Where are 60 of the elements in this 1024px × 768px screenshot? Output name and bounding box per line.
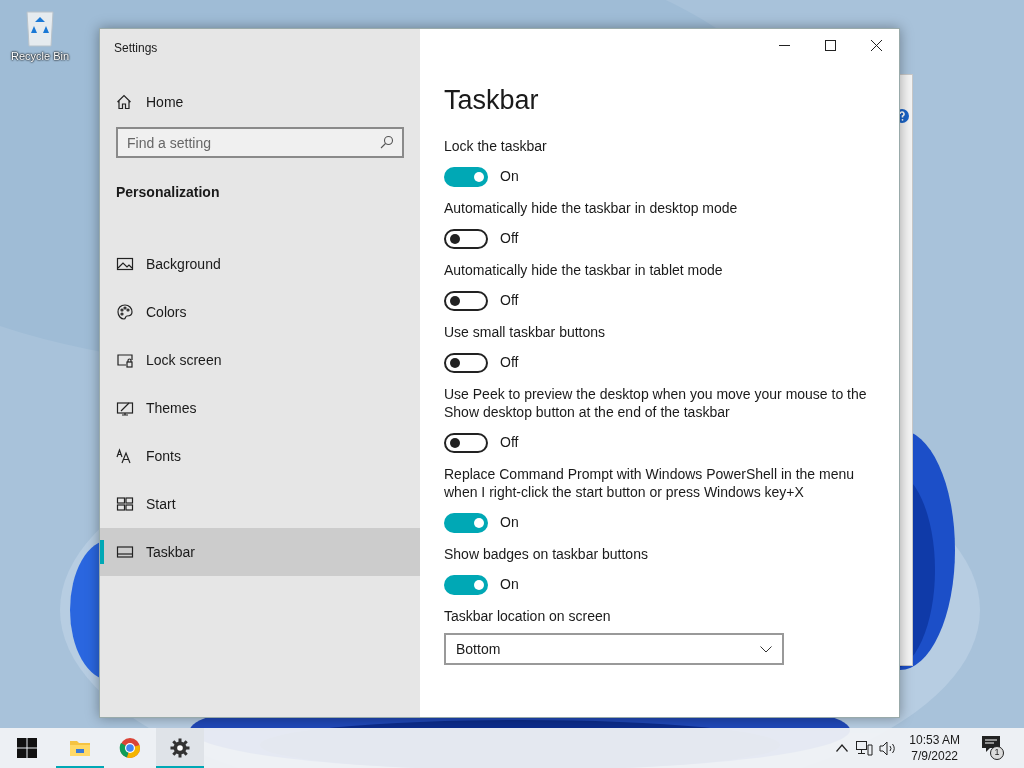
clock[interactable]: 10:53 AM 7/9/2022	[909, 732, 960, 764]
themes-icon	[116, 399, 134, 417]
lock-screen-icon	[116, 351, 134, 369]
nav-item[interactable]: Taskbar	[100, 528, 420, 576]
setting-label: Show badges on taskbar buttons	[444, 545, 649, 563]
windows-logo-icon	[17, 738, 37, 758]
toggle-switch[interactable]	[444, 512, 488, 533]
nav-item[interactable]: Start	[100, 480, 420, 528]
settings-icon	[170, 738, 190, 758]
taskbar-icon	[116, 543, 134, 561]
toggle-state: On	[500, 575, 519, 594]
toggle-switch[interactable]	[444, 228, 488, 249]
setting-label: Automatically hide the taskbar in desktop mode	[444, 199, 739, 217]
folder-icon	[69, 738, 91, 758]
desktop-icon-label: Recycle Bin	[10, 49, 70, 64]
toggle-state: Off	[500, 291, 519, 310]
toggle-state: Off	[500, 353, 519, 372]
maximize-icon	[824, 39, 836, 51]
chevron-down-icon	[760, 645, 772, 653]
page-title: Taskbar	[444, 84, 540, 117]
setting-label: Lock the taskbar	[444, 137, 548, 155]
recycle-bin-icon[interactable]	[23, 8, 57, 48]
toggle-state: Off	[500, 433, 519, 452]
search-icon	[380, 135, 394, 149]
setting-label: Automatically hide the taskbar in tablet mode	[444, 261, 724, 279]
toggle-switch[interactable]	[444, 290, 488, 311]
section-heading: Personalization	[115, 183, 221, 202]
volume-icon[interactable]	[879, 740, 898, 756]
close-icon	[870, 39, 882, 51]
toggle-switch[interactable]	[444, 352, 488, 373]
setting-label: Replace Command Prompt with Windows PowerShell in the menu when I right-click the start button or press Windows key+X	[444, 465, 856, 501]
nav-item[interactable]: Colors	[100, 288, 420, 336]
toggle-state: On	[500, 513, 519, 532]
search-field[interactable]: Find a setting	[116, 127, 404, 158]
network-icon[interactable]	[856, 740, 874, 756]
home-icon	[116, 94, 132, 110]
start-icon	[116, 495, 134, 513]
clock-date: 7/9/2022	[911, 748, 958, 764]
toggle-state: On	[500, 167, 519, 186]
home-link[interactable]: Home	[100, 87, 420, 117]
nav-item[interactable]: Background	[100, 240, 420, 288]
window-title: Settings	[113, 40, 159, 57]
toggle-state: Off	[500, 229, 519, 248]
image-icon	[116, 255, 134, 273]
taskbar-app[interactable]	[156, 728, 204, 768]
setting-label: Taskbar location on screen	[444, 607, 612, 625]
chevron-up-icon[interactable]	[836, 744, 849, 752]
nav-item[interactable]: Themes	[100, 384, 420, 432]
nav-item[interactable]: Lock screen	[100, 336, 420, 384]
nav-item[interactable]: Fonts	[100, 432, 420, 480]
setting-label: Use small taskbar buttons	[444, 323, 607, 341]
setting-label: Use Peek to preview the desktop when you move your mouse to the Show desktop button at the end of the taskbar	[444, 385, 868, 421]
toggle-switch[interactable]	[444, 166, 488, 187]
toggle-switch[interactable]	[444, 574, 488, 595]
palette-icon	[116, 303, 134, 321]
clock-time: 10:53 AM	[909, 732, 960, 748]
notification-count: 1	[990, 746, 1004, 760]
location-dropdown[interactable]: Bottom	[444, 633, 784, 665]
toggle-switch[interactable]	[444, 432, 488, 453]
browser-icon	[119, 737, 141, 759]
